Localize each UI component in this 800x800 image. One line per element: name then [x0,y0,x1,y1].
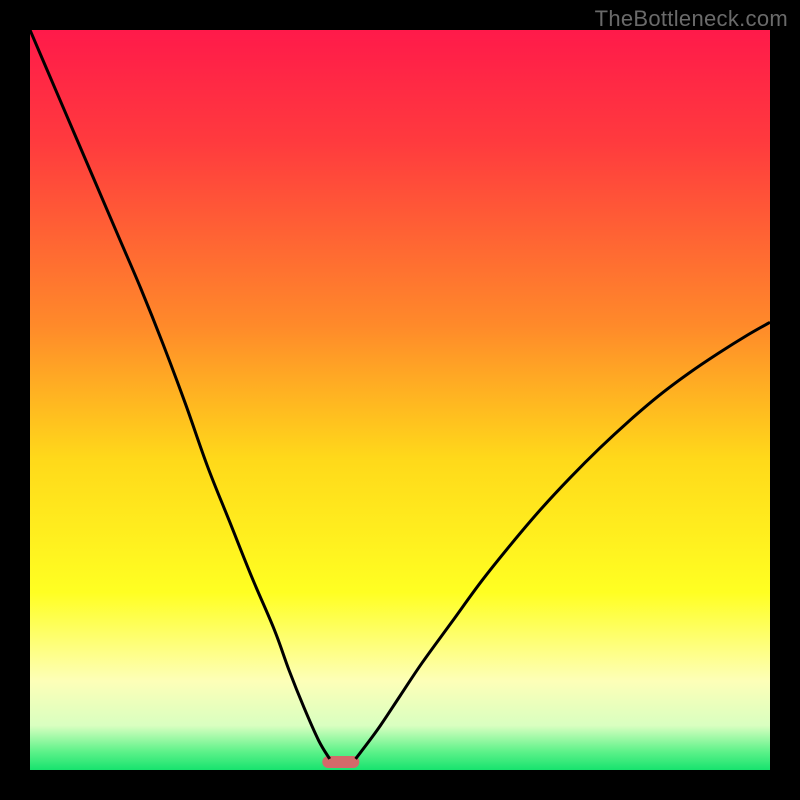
gradient-background [30,30,770,770]
bottleneck-curve-plot [30,30,770,770]
chart-frame: TheBottleneck.com [0,0,800,800]
watermark-text: TheBottleneck.com [595,6,788,32]
